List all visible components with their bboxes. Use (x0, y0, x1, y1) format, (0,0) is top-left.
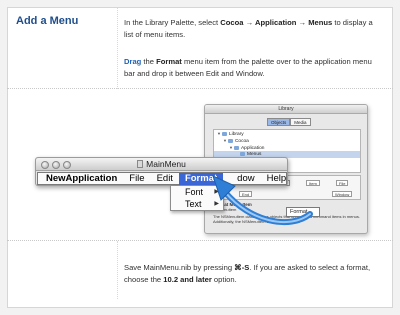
library-title: Library (205, 105, 367, 114)
submenu-arrow-icon: ▶ (214, 189, 219, 195)
tab-media[interactable]: Media (290, 118, 311, 126)
menu-edit[interactable]: Edit (151, 173, 179, 185)
format-menu-item-object[interactable]: Format (286, 207, 320, 217)
menu-newapplication[interactable]: NewApplication (38, 173, 123, 185)
folder-icon (233, 145, 239, 150)
menu-help[interactable]: Help (261, 173, 293, 185)
menu-window[interactable]: dow (223, 173, 260, 185)
menu-item-object[interactable]: Item (306, 180, 320, 186)
tab-objects[interactable]: Objects (267, 118, 291, 126)
folder-icon (221, 131, 227, 136)
file-menu-object[interactable]: File (336, 180, 349, 186)
disclosure-triangle-icon[interactable]: ▼ (217, 130, 221, 137)
library-tabs: Objects Media (267, 118, 311, 126)
tree-item-cocoa[interactable]: ▼ Cocoa (214, 137, 360, 144)
window-controls (41, 161, 71, 169)
tree-item-library[interactable]: ▼ Library (214, 130, 360, 137)
menu-file[interactable]: File (123, 173, 150, 185)
dropdown-item-text[interactable]: Text ▶ (171, 198, 223, 210)
zoom-button[interactable] (63, 161, 71, 169)
folder-icon (240, 151, 245, 156)
minimize-button[interactable] (52, 161, 60, 169)
document-icon (137, 160, 144, 168)
mainmenu-window: MainMenu NewApplication File Edit Format… (35, 157, 288, 186)
menu-bar: NewApplication File Edit Format dow Help (37, 172, 287, 185)
disclosure-triangle-icon[interactable]: ▼ (229, 144, 233, 151)
mainmenu-titlebar: MainMenu (36, 158, 287, 171)
dropdown-item-font[interactable]: Font ▶ (171, 186, 223, 198)
end-menu-object[interactable]: End (239, 191, 253, 197)
format-dropdown-menu: Font ▶ Text ▶ (170, 185, 224, 211)
close-button[interactable] (41, 161, 49, 169)
folder-icon (227, 138, 233, 143)
divider (7, 240, 393, 241)
menu-format[interactable]: Format (178, 172, 224, 185)
column-divider (117, 7, 118, 89)
window-menu-object[interactable]: Window (332, 191, 353, 197)
instruction-step-3: Save MainMenu.nib by pressing ⌘-S. If yo… (124, 263, 371, 284)
section-title: Add a Menu (16, 15, 79, 27)
submenu-arrow-icon: ▶ (214, 201, 219, 207)
tree-item-application[interactable]: ▼ Application (214, 144, 360, 151)
divider (7, 88, 393, 89)
disclosure-triangle-icon[interactable]: ▼ (223, 137, 227, 144)
instruction-step-1: In the Library Palette, select Cocoa → A… (124, 18, 373, 39)
instruction-step-2: Drag the Format menu item from the palet… (124, 57, 372, 78)
column-divider (117, 241, 118, 299)
